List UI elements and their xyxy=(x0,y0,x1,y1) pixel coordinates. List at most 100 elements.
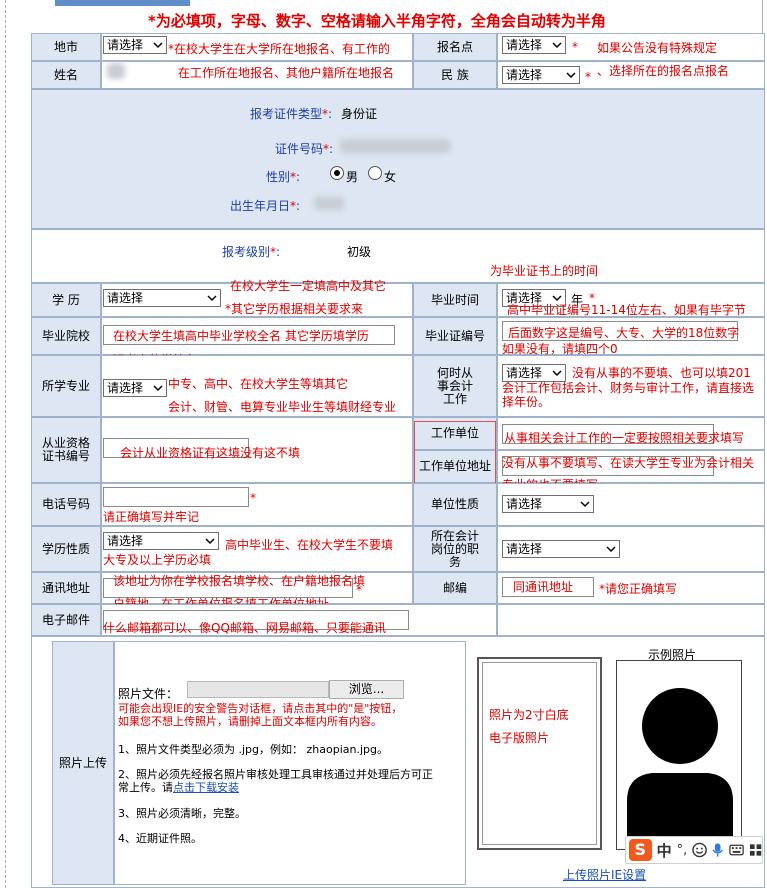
cert-no-note-2: 后面数字这是编号、大专、大学的18位数字 xyxy=(508,326,740,340)
cell-email-right xyxy=(497,604,765,636)
label-birth: 出生年月日*: xyxy=(230,199,301,213)
qual-no-note: 会计从业资格证有这填没有这不填 xyxy=(120,446,301,460)
gender-male-radio[interactable] xyxy=(330,166,344,180)
chevron-down-icon xyxy=(153,42,163,49)
download-link[interactable]: 点击下载安装 xyxy=(173,781,239,794)
chevron-down-icon xyxy=(207,295,217,302)
upload-rule-4: 4、近期证件照。 xyxy=(118,832,202,845)
label-address: 通讯地址 xyxy=(31,572,101,604)
phone-asterisk: * xyxy=(250,491,256,505)
phone-input[interactable] xyxy=(103,487,249,507)
major-note-2: 会计、财管、电算专业毕业生等填财经专业 xyxy=(168,400,397,414)
chevron-down-icon xyxy=(580,501,590,508)
chevron-down-icon xyxy=(153,385,163,392)
label-level: 报考级别*: xyxy=(222,245,281,259)
grid-menu-icon[interactable] xyxy=(749,843,762,857)
edu-type-note-2: 大专及以上学历必填 xyxy=(103,553,212,567)
label-exam-site: 报名点 xyxy=(413,33,497,61)
label-phone: 电话号码 xyxy=(31,483,101,526)
work-year-select[interactable]: 请选择 xyxy=(502,364,566,382)
photo-note-1: 照片为2寸白底 xyxy=(489,708,569,722)
photo-frame-inner xyxy=(482,662,597,845)
postcode-note: *请您正确填写 xyxy=(599,582,678,596)
location-note-1: *在校大学生在大学所在地报名、有工作的 xyxy=(168,42,391,56)
label-gender: 性别*: xyxy=(266,170,301,184)
label-work-time: 何时从事会计工作 xyxy=(413,355,497,417)
emoji-icon[interactable] xyxy=(692,842,708,858)
location-select[interactable]: 请选择 xyxy=(103,36,167,54)
person-silhouette-icon xyxy=(627,688,733,849)
postcode-input[interactable]: 同通讯地址 xyxy=(502,577,594,597)
education-select[interactable]: 请选择 xyxy=(103,289,221,307)
upload-warning-2: 如果您不想上传照片，请删掉上面文本框内所有内容。 xyxy=(118,715,382,728)
gender-female-radio[interactable] xyxy=(368,166,382,180)
ethnicity-asterisk: * xyxy=(585,70,591,84)
cert-no-note-1: 高中毕业证编号11-14位左右、如果有毕字节 xyxy=(507,303,746,317)
email-note: 什么邮箱都可以、像QQ邮箱、网易邮箱、只要能通讯 xyxy=(103,621,386,635)
major-note-1: 中专、高中、在校大学生等填其它 xyxy=(168,377,349,391)
ime-toolbar[interactable]: S 中 °, xyxy=(625,836,763,864)
employer-note-1: 从事相关会计工作的一定要按照相关要求填写 xyxy=(504,431,745,445)
label-cert-no: 证件号码*: xyxy=(275,142,334,156)
education-note-1: 在校大学生一定填高中及其它 xyxy=(230,279,387,293)
phone-note: 请正确填写并牢记 xyxy=(103,510,200,524)
label-edu-type: 学历性质 xyxy=(31,526,101,572)
edu-type-note-1: 高中毕业生、在校大学生不要填 xyxy=(225,538,394,552)
school-note-1: 在校大学生填高中毕业学校全名 其它学历填学历 xyxy=(113,329,369,343)
ethnicity-select[interactable]: 请选择 xyxy=(502,66,580,84)
gender-female-label: 女 xyxy=(384,170,397,184)
chevron-down-icon xyxy=(606,546,616,553)
work-time-note-1: 没有从事的不要填、也可以填201 xyxy=(572,366,751,380)
location-note-2: 在工作所在地报名、其他户籍所在地报名 xyxy=(178,66,395,80)
gender-male-label: 男 xyxy=(346,170,359,184)
unit-type-select[interactable]: 请选择 xyxy=(502,495,594,513)
education-note-2: *其它学历根据相关要求来 xyxy=(225,302,364,316)
grad-time-note: 为毕业证书上的时间 xyxy=(490,264,599,278)
upload-rule-1: 1、照片文件类型必须为 .jpg，例如： zhaopian.jpg。 xyxy=(118,743,388,756)
label-education: 学 历 xyxy=(31,283,101,317)
edu-type-select[interactable]: 请选择 xyxy=(103,532,219,550)
work-time-note-2: 会计工作包括会计、财务与审计工作，请直接选择年份。 xyxy=(502,381,755,409)
label-email: 电子邮件 xyxy=(31,604,101,636)
upload-rule-3: 3、照片必须清晰，完整。 xyxy=(118,807,246,820)
address-note-1: 该地址为你在学校报名填学校、在户籍地报名填 xyxy=(113,574,366,588)
keyboard-icon[interactable] xyxy=(729,842,744,858)
label-position: 所在会计岗位的职务 xyxy=(413,526,497,572)
label-major: 所学专业 xyxy=(31,355,101,417)
sample-photo xyxy=(616,660,742,850)
exam-site-select[interactable]: 请选择 xyxy=(502,36,566,54)
major-select[interactable]: 请选择 xyxy=(103,379,167,397)
header-tab-bg xyxy=(55,0,190,6)
name-redacted xyxy=(107,63,125,79)
employer-note-2: 没有从事不要填写、在读大学生专业为会计相关 xyxy=(502,456,755,470)
header-note: *为必填项，字母、数字、空格请输入半角字符，全角会自动转为半角 xyxy=(148,12,606,30)
label-name: 姓名 xyxy=(31,61,101,89)
cert-no-redacted xyxy=(340,139,450,153)
chevron-down-icon xyxy=(566,72,576,79)
label-photo-upload: 照片上传 xyxy=(52,641,114,885)
label-cert-type: 报考证件类型*: xyxy=(250,107,333,121)
upload-rule-2b: 常上传。请点击下载安装 xyxy=(118,781,239,794)
exam-site-note-2: 、选择所在的报名点报名 xyxy=(597,64,730,78)
ime-punct[interactable]: °, xyxy=(677,843,688,858)
exam-site-note-1: 如果公告没有特殊规定 xyxy=(597,41,718,55)
chevron-down-icon xyxy=(205,538,215,545)
cert-type-value: 身份证 xyxy=(341,107,378,121)
label-postcode: 邮编 xyxy=(413,572,497,604)
label-grad-cert-no: 毕业证编号 xyxy=(413,317,497,355)
label-school: 毕业院校 xyxy=(31,317,101,355)
position-select[interactable]: 请选择 xyxy=(502,540,620,558)
browse-button[interactable]: 浏览... xyxy=(329,680,404,699)
file-path-input[interactable] xyxy=(187,681,329,698)
ie-settings-link[interactable]: 上传照片IE设置 xyxy=(563,866,646,883)
level-block xyxy=(31,229,765,283)
sogou-logo-icon: S xyxy=(629,839,652,861)
birth-redacted xyxy=(314,197,344,210)
microphone-icon[interactable] xyxy=(712,842,724,858)
ime-lang[interactable]: 中 xyxy=(657,840,672,861)
label-grad-time: 毕业时间 xyxy=(413,283,497,317)
id-block xyxy=(31,89,765,229)
chevron-down-icon xyxy=(552,370,562,377)
chevron-down-icon xyxy=(552,42,562,49)
label-unit-type: 单位性质 xyxy=(413,483,497,526)
